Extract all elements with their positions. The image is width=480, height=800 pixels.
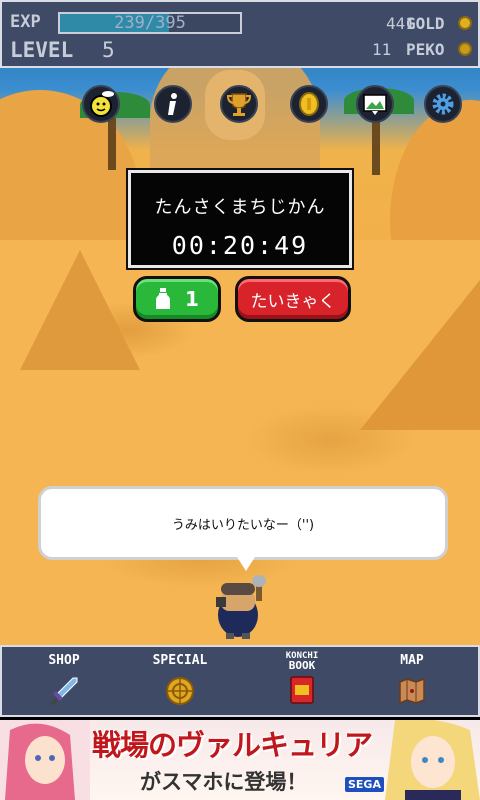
use-item-button[interactable]: 1 (133, 276, 221, 322)
nav-konchi-label-2: BOOK (288, 659, 316, 672)
mascot-icon (90, 91, 114, 117)
peko-value: 11 (372, 40, 392, 59)
ad-character-right (385, 720, 480, 800)
book-icon (290, 676, 314, 704)
peko-coin-icon (458, 42, 472, 56)
settings-button[interactable] (424, 85, 462, 123)
bottom-nav: SHOP SPECIAL KONCHI BOOK MAP (0, 645, 480, 717)
explore-timer-panel: たんさくまちじかん 00:20:49 (126, 168, 354, 270)
ad-subtitle: がスマホに登場！ (140, 770, 308, 794)
medallion-icon (166, 677, 194, 705)
info-button[interactable] (154, 85, 192, 123)
info-icon (168, 93, 177, 115)
status-bar: EXP 239/395 LEVEL 5 441 GOLD 11 PEKO (0, 0, 480, 68)
ad-character-left (0, 720, 90, 800)
nav-map-label: MAP (400, 653, 424, 668)
pyramid-right (360, 280, 480, 430)
map-scroll-icon (399, 677, 425, 705)
trophy-icon (226, 93, 252, 116)
nav-special-label: SPECIAL (152, 653, 208, 668)
peko-label: PEKO (406, 40, 445, 59)
image-icon (363, 94, 387, 115)
nav-special[interactable]: SPECIAL (130, 653, 230, 708)
exp-text: 239/395 (114, 13, 186, 33)
speech-bubble-tail (237, 557, 255, 571)
gallery-button[interactable] (356, 85, 394, 123)
nav-shop-label: SHOP (48, 653, 80, 668)
coin-icon (299, 92, 319, 116)
coin-shop-button[interactable] (290, 85, 328, 123)
level-label: LEVEL (10, 38, 74, 62)
nav-shop[interactable]: SHOP (14, 653, 114, 708)
mascot-button[interactable] (82, 85, 120, 123)
exp-progress-bar: 239/395 (58, 12, 242, 34)
speech-text: うみはいりたいなー（'') (171, 517, 315, 533)
retreat-button[interactable]: たいきゃく (235, 276, 351, 322)
item-count: 1 (185, 287, 199, 311)
sword-icon (50, 677, 78, 706)
ad-title: 戦場のヴァルキュリア (92, 728, 373, 762)
retreat-label: たいきゃく (250, 291, 336, 312)
pyramid-left (20, 250, 140, 370)
speech-bubble: うみはいりたいなー（'') (38, 486, 448, 560)
level-value: 5 (102, 38, 115, 62)
bottle-icon (156, 288, 171, 309)
gear-icon (432, 93, 454, 115)
gold-label: GOLD (406, 14, 445, 33)
trophy-button[interactable] (220, 85, 258, 123)
gold-coin-icon (458, 16, 472, 30)
timer-label: たんさくまちじかん (154, 197, 326, 218)
nav-map[interactable]: MAP (362, 653, 462, 708)
exp-label: EXP (10, 12, 41, 32)
ad-brand-logo: SEGA (345, 777, 384, 792)
nav-konchi-book[interactable]: KONCHI BOOK (252, 651, 352, 707)
player-character (216, 575, 266, 639)
ad-banner[interactable]: 戦場のヴァルキュリア がスマホに登場！ SEGA (0, 720, 480, 800)
timer-value: 00:20:49 (171, 231, 309, 260)
